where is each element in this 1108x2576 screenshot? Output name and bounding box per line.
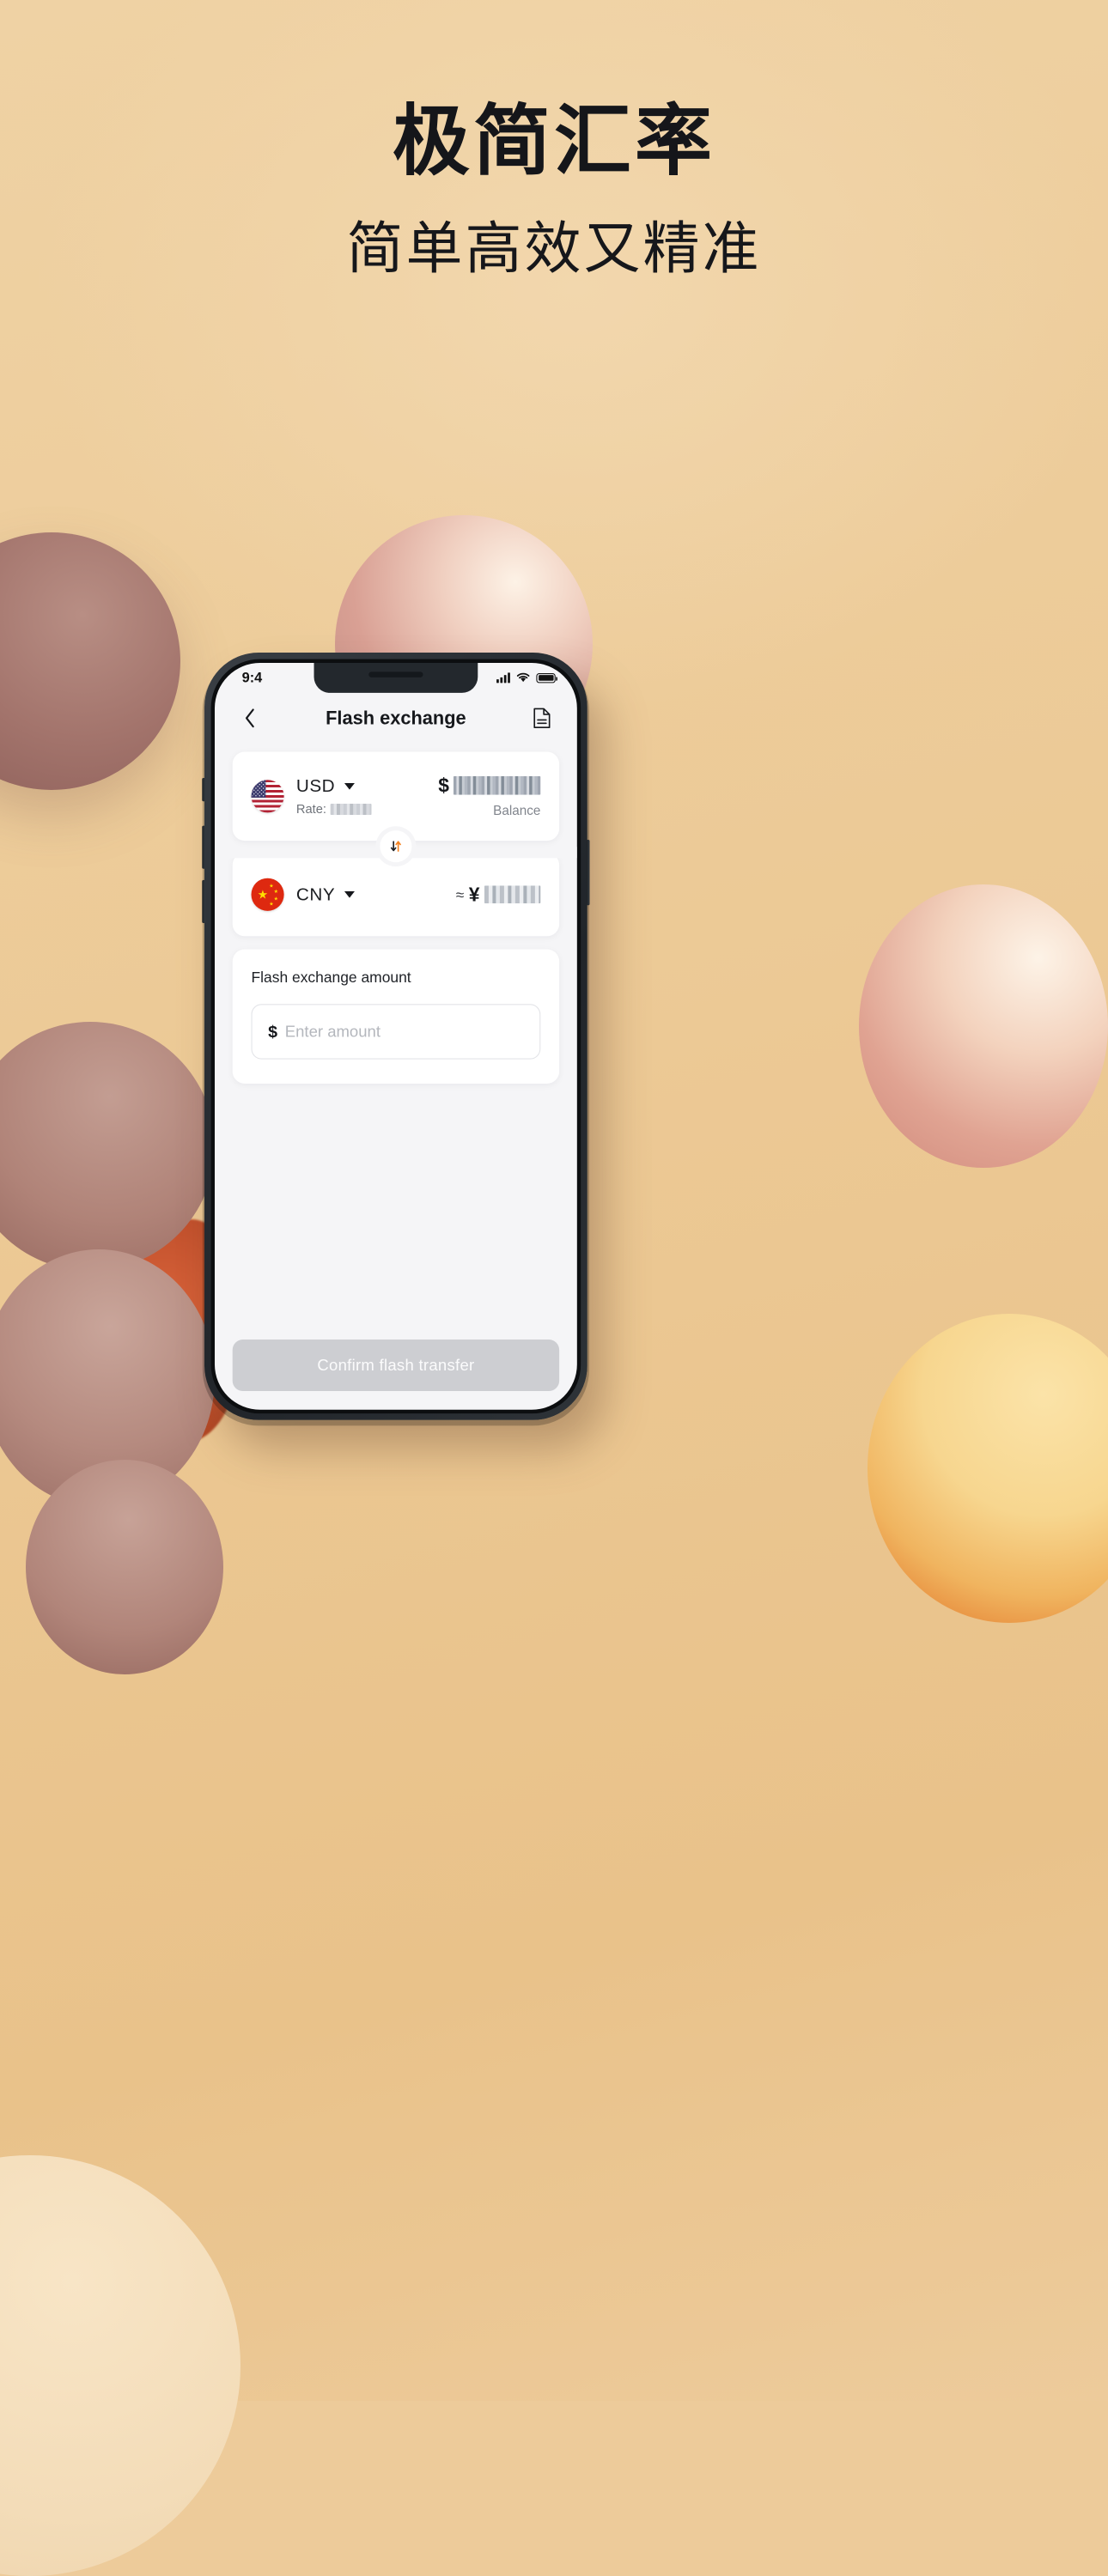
target-currency-card[interactable]: ★ ★ ★ ★ ★ CNY ≈ ¥ [232, 853, 560, 937]
amount-input[interactable]: $ Enter amount [251, 1004, 541, 1060]
hero-title: 极简汇率 [393, 99, 715, 185]
source-currency-selector[interactable]: USD [296, 776, 371, 796]
phone-screen: 9:4 Flash exchange USD Rate: $ Balance ★… [214, 662, 577, 1410]
source-currency-card[interactable]: USD Rate: $ Balance [232, 751, 560, 841]
decorative-blob-peach-right [859, 884, 1108, 1168]
amount-entry-card: Flash exchange amount $ Enter amount [232, 949, 560, 1084]
amount-input-placeholder: Enter amount [284, 1022, 381, 1041]
chevron-left-icon [245, 708, 254, 728]
cellular-signal-icon [496, 672, 510, 683]
phone-notch [314, 662, 478, 693]
notch-speaker-grille [368, 671, 423, 677]
hero-text-block: 极简汇率 简单高效又精准 [0, 101, 1108, 278]
battery-icon [536, 672, 557, 683]
confirm-flash-transfer-button[interactable]: Confirm flash transfer [232, 1340, 560, 1392]
back-button[interactable] [237, 706, 262, 731]
source-rate-row: Rate: [295, 801, 372, 817]
flag-usd-icon [251, 780, 284, 813]
target-amount-row: ≈ ¥ [456, 884, 541, 906]
caret-down-icon[interactable] [344, 782, 356, 790]
decorative-blob-cream-bottom [0, 2155, 240, 2576]
page-title: Flash exchange [326, 708, 466, 729]
transaction-records-button[interactable] [529, 706, 554, 731]
status-bar-time: 9:4 [241, 670, 263, 686]
source-balance-value-redacted [453, 775, 541, 795]
target-amount-value-redacted [484, 885, 541, 904]
amount-input-currency-symbol: $ [268, 1022, 278, 1042]
source-currency-code: USD [295, 775, 336, 796]
document-icon [533, 708, 551, 729]
rate-value-redacted [330, 803, 372, 815]
phone-power-button[interactable] [586, 840, 590, 906]
balance-label: Balance [493, 803, 541, 818]
confirm-flash-transfer-label: Confirm flash transfer [317, 1356, 475, 1375]
phone-volume-down-button[interactable] [202, 879, 206, 924]
target-currency-selector[interactable]: CNY [295, 884, 356, 904]
app-body: USD Rate: $ Balance ★ ★ ★ ★ ★ CNY ≈ ¥ Fl… [214, 744, 577, 1084]
target-currency-symbol: ¥ [468, 883, 480, 906]
source-currency-symbol: $ [438, 774, 450, 797]
caret-down-icon[interactable] [344, 890, 356, 898]
flag-cny-icon: ★ ★ ★ ★ ★ [251, 878, 284, 911]
decorative-blob-mauve-1 [0, 532, 180, 790]
swap-currencies-button[interactable] [380, 830, 412, 863]
target-currency-block: CNY [295, 884, 356, 904]
source-balance-block: $ Balance [438, 774, 541, 818]
source-balance-row: $ [438, 774, 541, 797]
wifi-icon [516, 672, 530, 683]
flag-cny-small-star-2: ★ [273, 889, 279, 895]
nav-header: Flash exchange [215, 693, 577, 744]
target-currency-code: CNY [295, 884, 336, 904]
phone-bezel: 9:4 Flash exchange USD Rate: $ Balance ★… [210, 659, 581, 1414]
phone-mute-switch[interactable] [202, 778, 206, 802]
rate-label: Rate: [295, 801, 326, 817]
hero-subtitle: 简单高效又精准 [346, 216, 762, 280]
swap-vertical-arrows-icon [390, 841, 401, 852]
decorative-blob-orange-right [868, 1314, 1108, 1623]
decorative-blob-mauve-4 [26, 1460, 223, 1674]
amount-entry-label: Flash exchange amount [251, 969, 411, 987]
flag-cny-big-star: ★ [257, 887, 269, 902]
status-bar-icons [496, 672, 557, 683]
flag-cny-small-star-4: ★ [269, 901, 274, 907]
approx-symbol: ≈ [455, 885, 465, 903]
flag-cny-small-star-3: ★ [273, 896, 279, 902]
swap-row [214, 830, 577, 863]
phone-volume-up-button[interactable] [202, 825, 206, 869]
phone-mockup: 9:4 Flash exchange USD Rate: $ Balance ★… [202, 653, 590, 1420]
source-currency-block: USD Rate: [295, 776, 372, 817]
phone-frame: 9:4 Flash exchange USD Rate: $ Balance ★… [202, 653, 590, 1420]
